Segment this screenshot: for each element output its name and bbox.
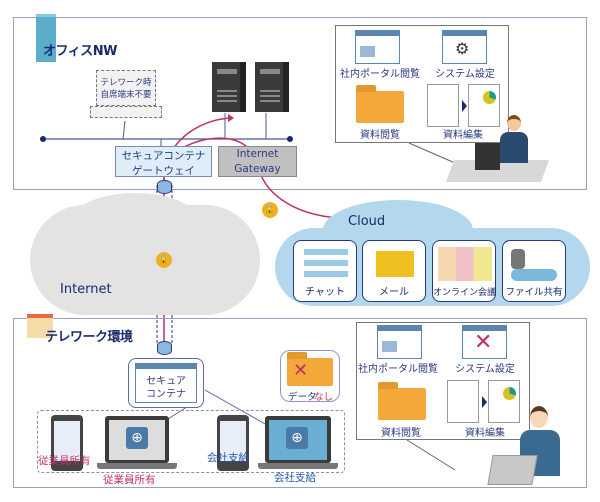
- telework-title: テレワーク環境: [45, 330, 133, 345]
- service-label: ファイル共有: [505, 287, 563, 298]
- arrow-right-icon: [462, 100, 467, 112]
- office-task-settings: システム設定: [435, 69, 495, 80]
- service-label: チャット: [305, 287, 345, 298]
- mail-icon: [376, 251, 414, 277]
- telework-task-edit: 資料編集: [465, 428, 505, 439]
- folder-icon: [356, 85, 404, 123]
- secure-browser-icon: ⊕: [286, 427, 308, 449]
- gateway-line1: セキュアコンテナ: [121, 150, 206, 162]
- no-data-label-data: データ: [288, 392, 317, 403]
- company-phone-label: 会社支給: [207, 452, 249, 464]
- office-task-view: 資料閲覧: [360, 130, 400, 141]
- chat-icon: [304, 249, 348, 279]
- company-laptop-label: 会社支給: [274, 472, 316, 484]
- internet-label: Internet: [60, 282, 112, 297]
- telework-task-portal: 社内ポータル閲覧: [358, 364, 438, 375]
- settings-disabled-icon: ✕: [462, 325, 507, 359]
- office-worker-icon: [500, 115, 528, 163]
- employee-phone-label: 従業員所有: [38, 455, 91, 467]
- folder-icon: [378, 382, 426, 420]
- office-task-edit: 資料編集: [443, 130, 483, 141]
- telework-task-settings: システム設定: [455, 364, 515, 375]
- meeting-people-icon: [438, 247, 492, 281]
- employee-laptop-label: 従業員所有: [103, 474, 156, 486]
- blank-document-icon: [447, 380, 479, 423]
- secure-container-line2: コンテナ: [146, 389, 186, 400]
- office-task-portal: 社内ポータル閲覧: [340, 69, 420, 80]
- telework-laptop-icon: [487, 455, 538, 485]
- employee-laptop-base: [97, 463, 177, 469]
- company-laptop-base: [258, 463, 338, 469]
- service-mail: メール: [362, 240, 426, 302]
- cloud-upload-icon: [511, 269, 557, 281]
- arrow-right-icon: [482, 396, 487, 408]
- service-file-share: ファイル共有: [502, 240, 566, 302]
- telework-task-view: 資料閲覧: [381, 428, 421, 439]
- lock-icon: 🔒: [262, 202, 278, 218]
- gateway-line2: ゲートウェイ: [132, 165, 195, 177]
- internet-gateway-line1: Internet: [236, 148, 279, 160]
- portal-icon: [377, 325, 422, 359]
- secure-browser-icon: ⊕: [126, 427, 148, 449]
- tunnel-cylinder-top: [157, 180, 172, 194]
- cloud-label: Cloud: [348, 214, 386, 229]
- service-label: メール: [379, 287, 409, 298]
- folder-no-data-icon: ✕: [287, 352, 333, 386]
- chart-document-icon: [488, 380, 520, 423]
- no-data-label-none: なし: [314, 392, 334, 403]
- service-chat: チャット: [293, 240, 357, 302]
- blank-document-icon: [427, 84, 459, 127]
- portal-icon: [355, 30, 400, 64]
- lock-icon: 🔒: [156, 252, 172, 268]
- monitor-icon: [475, 143, 500, 170]
- internet-cloud-bump: [70, 193, 200, 253]
- internet-gateway-line2: Gateway: [234, 163, 281, 175]
- gear-settings-icon: ⚙: [442, 30, 487, 64]
- chart-document-icon: [468, 84, 500, 127]
- service-online-meeting: オンライン会議: [432, 240, 496, 302]
- service-label: オンライン会議: [433, 288, 497, 298]
- database-icon: [511, 249, 525, 269]
